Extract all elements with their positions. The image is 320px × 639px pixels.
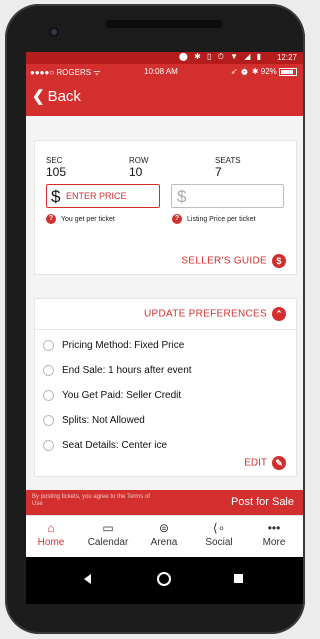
nav-back-icon[interactable]	[84, 574, 91, 584]
arena-icon: ⊜	[158, 521, 170, 535]
tab-home[interactable]: ⌂ Home	[28, 519, 74, 548]
update-preferences-toggle[interactable]: UPDATE PREFERENCES ⌃	[144, 307, 286, 321]
calendar-icon: ▭	[102, 521, 114, 535]
android-status-bar: ⬤ ✱ ▯ ⏱ ▼ ◢ ▮ 12:27	[26, 52, 303, 64]
chevron-up-icon: ⌃	[272, 307, 286, 321]
carrier-label: ●●●●○ ROGERS ᯤ	[30, 68, 101, 77]
pref-pricing-method[interactable]: Pricing Method: Fixed Price	[43, 340, 184, 351]
listing-price-input[interactable]	[191, 188, 281, 204]
tab-label: Home	[37, 537, 65, 548]
front-camera	[51, 29, 57, 35]
pref-label: Seat Details:	[62, 440, 119, 452]
listing-price-hint: Listing Price per ticket	[187, 216, 256, 223]
seats-label: SEATS	[215, 156, 241, 165]
pref-value: Fixed Price	[134, 340, 185, 352]
pref-value: Not Allowed	[92, 415, 145, 427]
pencil-icon: ✎	[272, 456, 286, 470]
pref-end-sale[interactable]: End Sale: 1 hours after event	[43, 365, 192, 376]
sec-label: SEC	[46, 156, 63, 165]
home-icon: ⌂	[47, 521, 55, 535]
tab-label: Calendar	[87, 537, 129, 548]
tab-label: Arena	[150, 537, 178, 548]
pref-value: Seller Credit	[126, 390, 182, 402]
edit-preferences-button[interactable]: EDIT ✎	[244, 456, 286, 470]
app-screen: ⬤ ✱ ▯ ⏱ ▼ ◢ ▮ 12:27 ●●●●○ ROGERS ᯤ 10:08…	[26, 52, 303, 604]
update-preferences-label: UPDATE PREFERENCES	[143, 308, 267, 320]
pref-label: End Sale:	[62, 365, 106, 377]
tab-label: More	[262, 537, 286, 548]
radio-button[interactable]	[43, 440, 54, 451]
price-input[interactable]	[66, 188, 156, 204]
price-hint: You get per ticket	[61, 216, 115, 223]
ios-status-bar: ●●●●○ ROGERS ᯤ 10:08 AM ➶ ⏰ ✱ 92%	[26, 64, 303, 78]
nav-recents-icon[interactable]	[234, 574, 243, 583]
android-nav-bar	[26, 557, 303, 604]
sellers-guide-label: SELLER'S GUIDE	[181, 255, 267, 267]
help-icon[interactable]: ?	[172, 214, 182, 224]
pref-payment[interactable]: You Get Paid: Seller Credit	[43, 390, 181, 401]
nav-bar: ❮ Back	[26, 78, 303, 116]
pref-label: Pricing Method:	[62, 340, 132, 352]
tab-more[interactable]: ••• More	[251, 519, 297, 548]
sec-value: 105	[46, 165, 67, 179]
terms-of-use-text[interactable]: By posting tickets, you agree to the Ter…	[32, 494, 152, 508]
row-value: 10	[129, 165, 143, 179]
ios-status-time: 10:08 AM	[144, 67, 178, 76]
listing-card: SEC 105 ROW 10 SEATS 7 $ $ ? You get per…	[34, 140, 297, 275]
battery-status: ➶ ⏰ ✱ 92%	[231, 67, 297, 76]
pref-seat-details[interactable]: Seat Details: Center ice	[43, 440, 167, 451]
post-for-sale-button[interactable]: Post for Sale	[231, 496, 294, 508]
tab-social[interactable]: ⟨∘ Social	[196, 519, 242, 548]
seats-value: 7	[215, 165, 222, 179]
tab-calendar[interactable]: ▭ Calendar	[85, 519, 131, 548]
edit-label: EDIT	[244, 457, 267, 469]
post-bar: By posting tickets, you agree to the Ter…	[26, 490, 303, 515]
divider	[35, 329, 296, 330]
dollar-icon: $	[177, 187, 187, 206]
tab-arena[interactable]: ⊜ Arena	[141, 519, 187, 548]
preferences-card: UPDATE PREFERENCES ⌃ Pricing Method: Fixe…	[34, 298, 297, 477]
help-icon[interactable]: ?	[46, 214, 56, 224]
dollar-icon: $	[51, 187, 61, 206]
dollar-circle-icon: $	[272, 254, 286, 268]
back-label: Back	[47, 88, 81, 105]
radio-button[interactable]	[43, 390, 54, 401]
pref-label: You Get Paid:	[62, 390, 124, 402]
share-icon: ⟨∘	[212, 521, 226, 535]
android-status-time: 12:27	[276, 53, 297, 62]
pref-value: Center ice	[121, 440, 168, 452]
more-icon: •••	[267, 521, 281, 535]
tab-label: Social	[205, 537, 233, 548]
listing-price-field[interactable]: $	[171, 184, 284, 208]
battery-icon	[279, 67, 297, 76]
phone-frame: ⬤ ✱ ▯ ⏱ ▼ ◢ ▮ 12:27 ●●●●○ ROGERS ᯤ 10:08…	[5, 4, 305, 634]
pref-value: 1 hours after event	[108, 365, 192, 377]
back-button[interactable]: ❮ Back	[32, 87, 81, 105]
bottom-tab-bar: ⌂ Home ▭ Calendar ⊜ Arena ⟨∘ Social ••• …	[26, 515, 303, 558]
sellers-guide-link[interactable]: SELLER'S GUIDE $	[181, 254, 286, 268]
battery-label: ➶ ⏰ ✱ 92%	[230, 67, 277, 76]
android-status-icons: ⬤ ✱ ▯ ⏱ ▼ ◢ ▮	[178, 52, 263, 61]
row-label: ROW	[129, 156, 149, 165]
chevron-left-icon: ❮	[32, 88, 45, 105]
radio-button[interactable]	[43, 415, 54, 426]
pref-splits[interactable]: Splits: Not Allowed	[43, 415, 145, 426]
price-field[interactable]: $	[46, 184, 160, 208]
radio-button[interactable]	[43, 365, 54, 376]
pref-label: Splits:	[62, 415, 90, 427]
nav-home-icon[interactable]	[157, 572, 171, 586]
radio-button[interactable]	[43, 340, 54, 351]
earpiece-speaker	[105, 20, 223, 28]
